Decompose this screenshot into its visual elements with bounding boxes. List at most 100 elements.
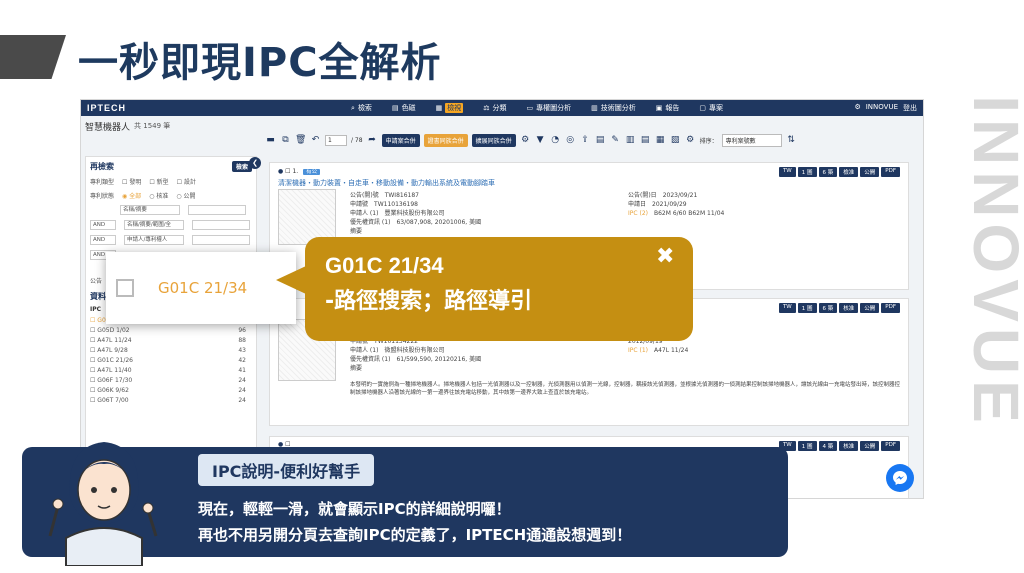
facet-checkbox-zoomed[interactable]	[116, 279, 134, 297]
filter-icon[interactable]: ▼	[535, 135, 546, 146]
avatar	[48, 442, 158, 566]
field-input-1[interactable]	[188, 205, 246, 215]
edit-icon[interactable]: ✎	[610, 135, 621, 146]
nav-item-report[interactable]: ▣ 報告	[656, 103, 680, 113]
nav-item-classify[interactable]: ⚖ 分類	[483, 103, 506, 113]
granted-button[interactable]: 核准	[839, 303, 859, 313]
field-input-3[interactable]	[192, 235, 250, 245]
facet-item[interactable]: ☐ A47L 9/28 43	[90, 346, 252, 356]
pdf-button[interactable]: PDF	[881, 441, 900, 451]
type-opt-utility[interactable]: ☐ 新型	[149, 177, 168, 186]
opt-label: 新型	[156, 179, 169, 186]
field-select-2[interactable]: 名稱/摘要/範圍/全	[124, 220, 184, 230]
op-select-3[interactable]: AND	[90, 235, 116, 245]
pdf-button[interactable]: PDF	[881, 303, 900, 313]
image-button[interactable]: 1 圖	[797, 303, 817, 313]
published-button[interactable]: 公開	[860, 303, 880, 313]
gear-icon[interactable]: ⚙	[854, 103, 860, 113]
export-icon[interactable]: ⇪	[580, 135, 591, 146]
published-button[interactable]: 公開	[860, 167, 880, 177]
family-merge-button[interactable]: 擴展同族合併	[471, 134, 516, 147]
status-opt-published[interactable]: ○ 公開	[176, 191, 195, 200]
patent-status-row: 專利狀態 ◉ 全部 ○ 核准 ○ 公開	[90, 191, 252, 200]
undo-icon[interactable]: ↶	[310, 135, 321, 146]
nav-item-patent-analysis[interactable]: ▭ 專權圖分析	[526, 103, 571, 113]
field-row-2: AND 名稱/摘要/範圍/全	[90, 220, 252, 230]
field-select-1[interactable]: 名稱/摘要	[120, 205, 180, 215]
close-icon[interactable]: ✖	[656, 244, 674, 269]
doc-icon[interactable]: ▤	[595, 135, 606, 146]
apply-merge-button[interactable]: 申請案合併	[381, 134, 420, 147]
gear-icon[interactable]: ⚙	[685, 135, 696, 146]
field-row-1: 名稱/摘要	[90, 205, 252, 215]
goto-icon[interactable]: ➦	[367, 135, 378, 146]
result-abstract: 本發明的一實施例為一種掃地機器人。掃地機器人包括一光偵測器以及一控制器，光偵測器…	[350, 382, 901, 396]
nav-label: 檢索	[357, 104, 372, 112]
trash-icon[interactable]: 🗑	[295, 135, 306, 146]
facet-item[interactable]: ☐ G01C 21/26 42	[90, 356, 252, 366]
settings-icon[interactable]: ⚙	[520, 135, 531, 146]
tw-button[interactable]: TW	[778, 167, 796, 177]
nav-item-view[interactable]: ▦ 檢視	[436, 103, 464, 113]
field-row-3: AND 申請人/專利權人	[90, 235, 252, 245]
globe-icon[interactable]: ◎	[565, 135, 576, 146]
status-opt-all[interactable]: ◉ 全部	[122, 191, 141, 200]
nav-item-search[interactable]: ⌕ 檢索	[351, 103, 372, 113]
facet-count: 42	[238, 357, 246, 364]
layout-2-icon[interactable]: ▤	[640, 135, 651, 146]
image-button[interactable]: 1 圖	[797, 441, 817, 451]
list-view-icon[interactable]: ▬	[265, 135, 276, 146]
nav-item-color[interactable]: ▤ 色磁	[392, 103, 416, 113]
pdf-button[interactable]: PDF	[881, 167, 900, 177]
facet-item[interactable]: ☐ G06T 7/00 24	[90, 396, 252, 406]
layout-1-icon[interactable]: ▥	[625, 135, 636, 146]
tw-button[interactable]: TW	[778, 303, 796, 313]
image-button[interactable]: 1 圖	[797, 167, 817, 177]
copy-icon[interactable]: ⧉	[280, 135, 291, 146]
meta-value: 微盟科技股份有限公司	[384, 347, 445, 354]
notice-merge-button[interactable]: 證書同族合併	[423, 134, 468, 147]
facet-item[interactable]: ☐ A47L 11/40 41	[90, 366, 252, 376]
facet-count: 88	[238, 337, 246, 344]
facet-item[interactable]: ☐ G05D 1/02 96	[90, 326, 252, 336]
logout-link[interactable]: 登出	[903, 103, 917, 113]
meta-value[interactable]: A47L 11/24	[654, 347, 688, 354]
opt-label: 全部	[129, 193, 142, 200]
select-checkbox[interactable]: ☐	[285, 168, 290, 175]
meta-value[interactable]: B62M 6/60 B62M 11/04	[654, 210, 724, 217]
field-select-3[interactable]: 申請人/專利權人	[124, 235, 184, 245]
result-title-link[interactable]: 清潔機器・動力裝置・自走車・移動設備・動力輸出系統及電動腳踏車	[278, 178, 900, 188]
granted-button[interactable]: 檢准	[839, 167, 859, 177]
radio-icon[interactable]: ●	[278, 168, 283, 175]
sort-select[interactable]: 專利案號數	[721, 134, 782, 147]
status-opt-granted[interactable]: ○ 核准	[149, 191, 168, 200]
facet-count: 24	[238, 397, 246, 404]
claims-button[interactable]: 6 築	[818, 303, 838, 313]
op-select-2[interactable]: AND	[90, 220, 116, 230]
claims-button[interactable]: 6 築	[818, 167, 838, 177]
nav-item-tech-analysis[interactable]: ▥ 技術圖分析	[591, 103, 636, 113]
sort-order-icon[interactable]: ⇅	[786, 135, 797, 146]
result-toolbar: ▬ ⧉ 🗑 ↶ 1 / 78 ➦ 申請案合併 證書同族合併 擴展同族合併 ⚙ ▼…	[265, 134, 797, 147]
meta-label: 公告(開)日	[628, 192, 657, 199]
page-input[interactable]: 1	[325, 135, 347, 146]
facet-count: 96	[238, 327, 246, 334]
nav-item-project[interactable]: ▢ 專案	[699, 103, 723, 113]
granted-button[interactable]: 核准	[839, 441, 859, 451]
ipc-code-zoomed[interactable]: G01C 21/34	[158, 279, 247, 297]
facet-item[interactable]: ☐ A47L 11/24 88	[90, 336, 252, 346]
messenger-icon[interactable]	[886, 464, 914, 492]
facet-item[interactable]: ☐ G06K 9/62 24	[90, 386, 252, 396]
type-opt-invention[interactable]: ☐ 發明	[122, 177, 141, 186]
claims-button[interactable]: 4 築	[818, 441, 838, 451]
layout-3-icon[interactable]: ▦	[655, 135, 666, 146]
facet-item[interactable]: ☐ G06F 17/30 24	[90, 376, 252, 386]
chart-pie-icon[interactable]: ◔	[550, 135, 561, 146]
type-opt-design[interactable]: ☐ 設計	[177, 177, 196, 186]
field-input-2[interactable]	[192, 220, 250, 230]
layout-4-icon[interactable]: ▧	[670, 135, 681, 146]
nav-label: 專權圖分析	[536, 104, 572, 112]
slide-title: 一秒即現IPC全解析	[78, 40, 442, 86]
collapse-panel-button[interactable]: ❮	[249, 157, 261, 169]
published-button[interactable]: 公開	[860, 441, 880, 451]
